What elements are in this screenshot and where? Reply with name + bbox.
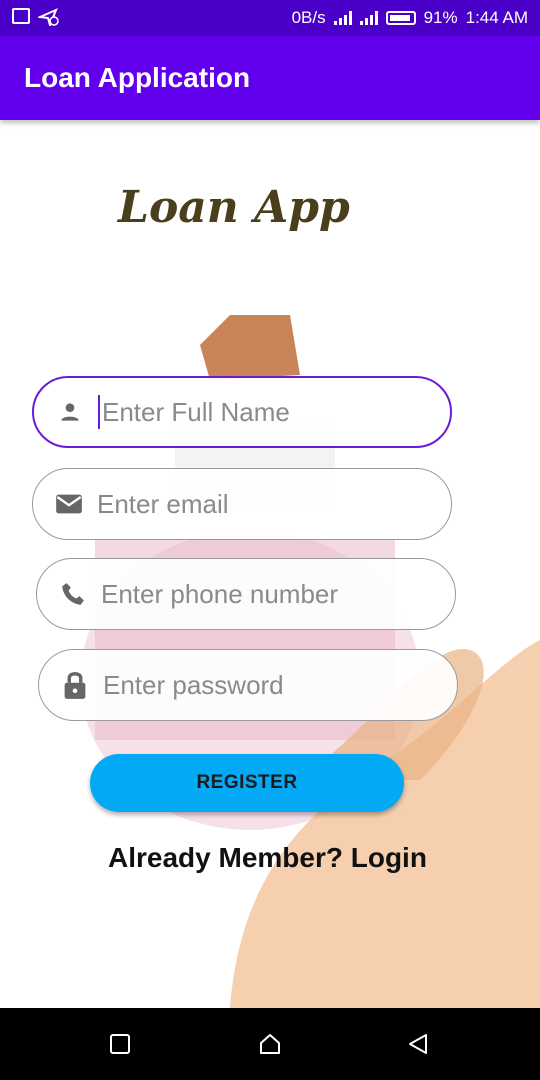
person-icon [56, 398, 84, 426]
location-off-icon [38, 8, 59, 26]
signal-icon [333, 11, 352, 25]
lock-icon [61, 671, 89, 699]
status-bar: 0B/s 91% 1:44 AM [0, 0, 540, 36]
home-icon[interactable] [258, 1032, 282, 1056]
phone-field[interactable] [36, 558, 456, 630]
phone-icon [59, 580, 87, 608]
app-logo-text: Loan App [118, 182, 350, 233]
password-field[interactable] [38, 649, 458, 721]
full-name-input[interactable] [102, 396, 422, 428]
full-name-field[interactable] [32, 376, 452, 448]
phone-input[interactable] [101, 578, 421, 610]
app-bar: Loan Application [0, 36, 540, 120]
main-content: Loan App REGISTER Already Member? Login [0, 120, 540, 1008]
clock: 1:44 AM [465, 8, 528, 27]
battery-icon [385, 11, 416, 25]
login-link[interactable]: Already Member? Login [108, 842, 427, 874]
signal-icon-2 [359, 11, 378, 25]
email-input[interactable] [97, 488, 417, 520]
navigation-bar [0, 1008, 540, 1080]
register-button[interactable]: REGISTER [90, 754, 404, 812]
password-input[interactable] [103, 669, 423, 701]
gallery-icon [12, 8, 30, 24]
text-caret [98, 395, 100, 429]
battery-percent: 91% [423, 8, 458, 27]
back-icon[interactable] [406, 1032, 430, 1056]
app-title: Loan Application [24, 62, 251, 93]
data-rate: 0B/s [291, 8, 326, 27]
recents-icon[interactable] [108, 1032, 132, 1056]
email-icon [55, 490, 83, 518]
email-field[interactable] [32, 468, 452, 540]
